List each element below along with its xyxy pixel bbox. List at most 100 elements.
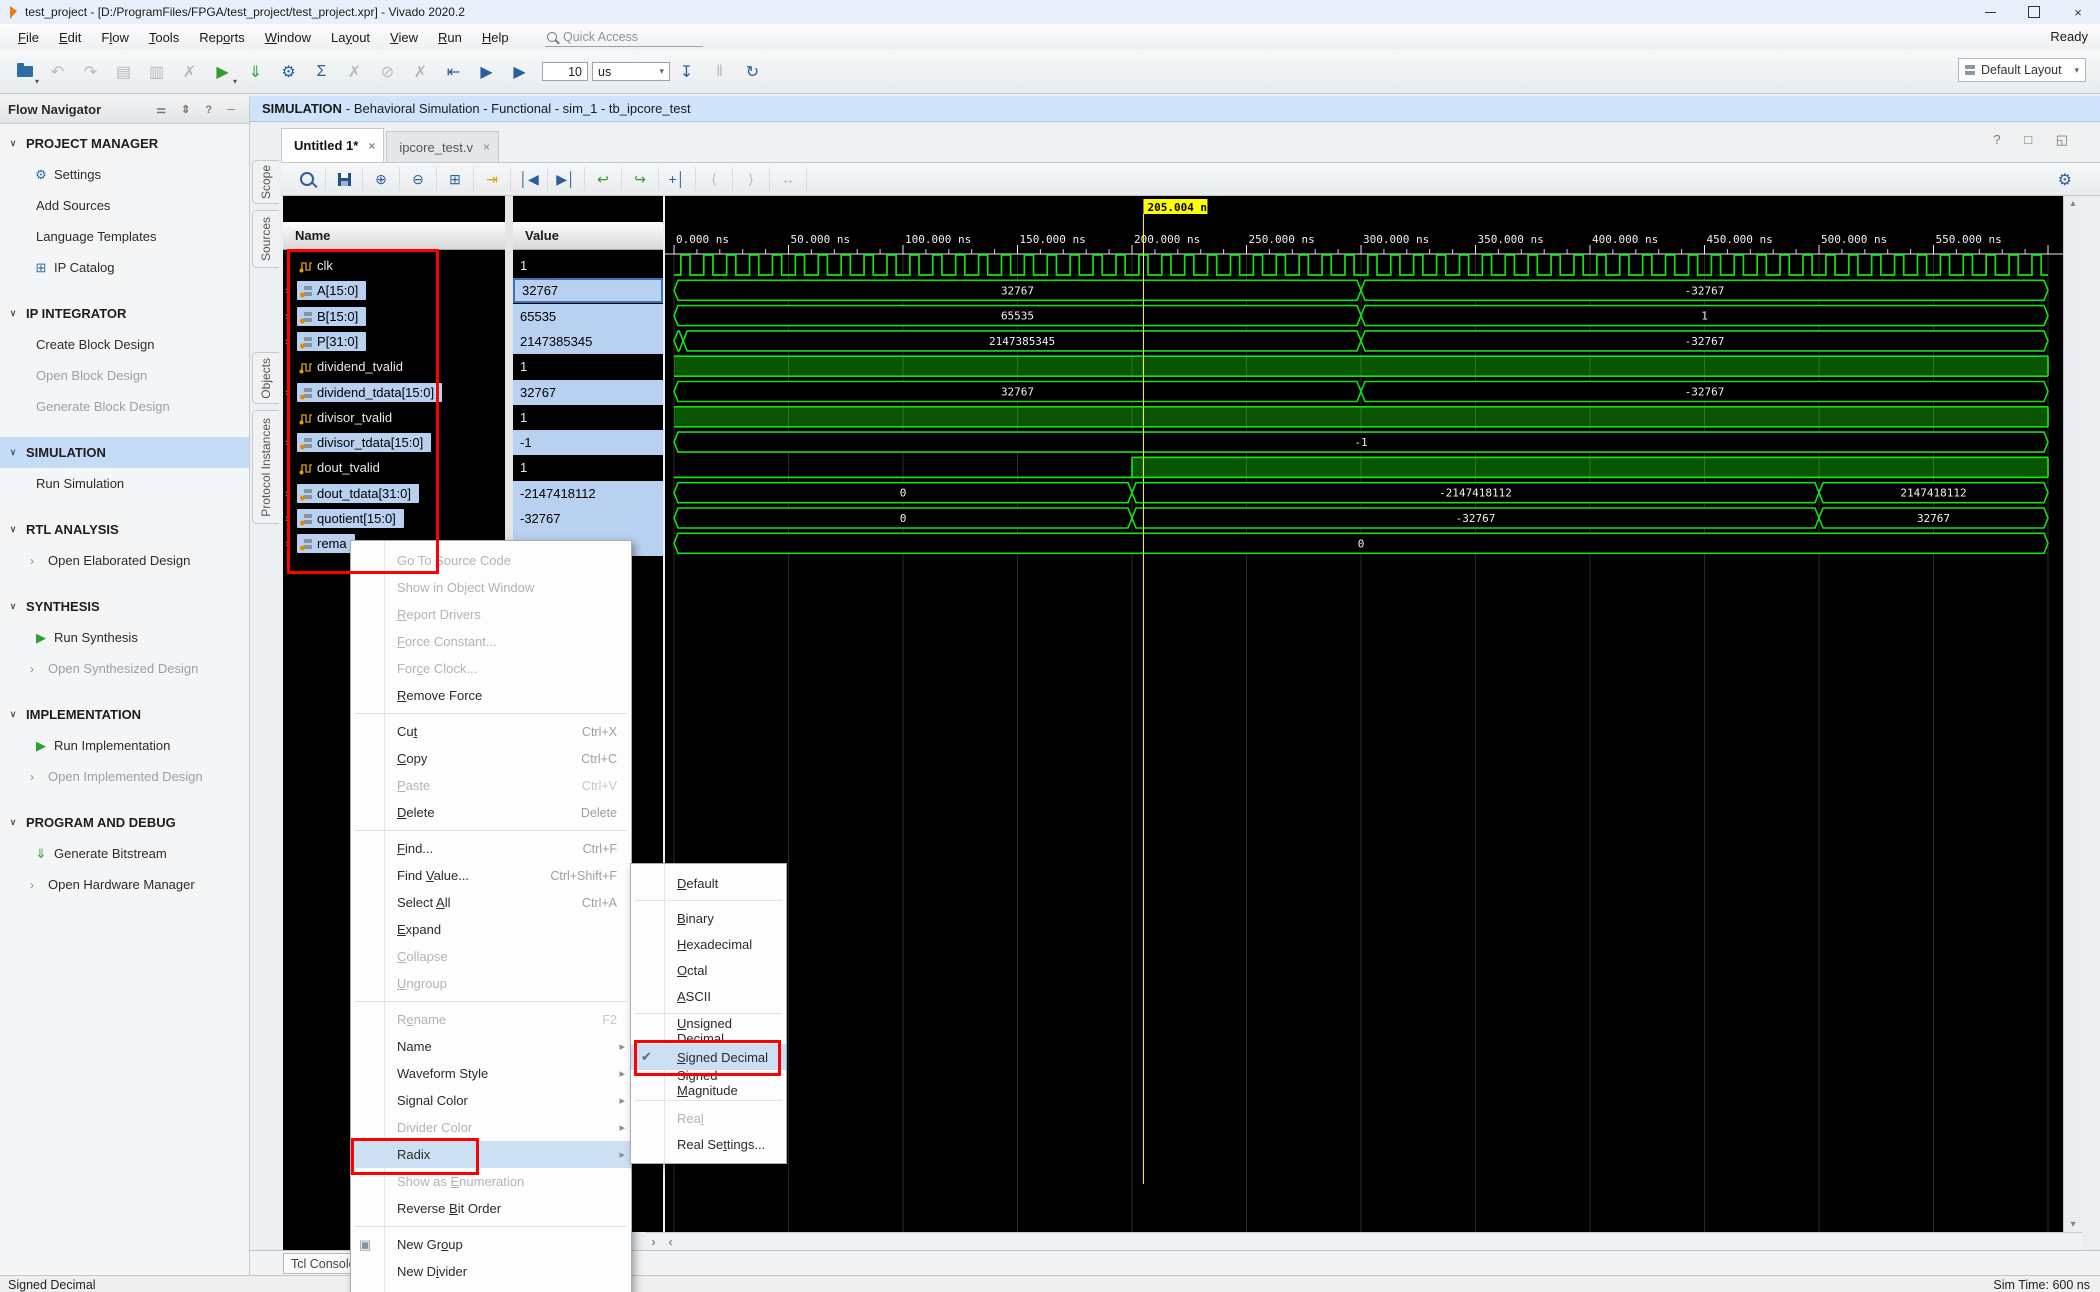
zoom-to-cursor-button[interactable]: ⇥ <box>474 167 511 191</box>
menu-help[interactable]: Help <box>472 30 519 45</box>
break-button[interactable]: ✗ <box>338 57 371 87</box>
vertical-scrollbar[interactable]: ▴ ▾ <box>2063 196 2082 1232</box>
save-waveform-button[interactable] <box>326 167 363 191</box>
time-unit-select[interactable]: us▾ <box>592 62 670 81</box>
side-tab-protocol-instances[interactable]: Protocol Instances <box>252 410 279 524</box>
redo-button[interactable]: ↷ <box>74 57 107 87</box>
nav-header-project-manager[interactable]: ∨PROJECT MANAGER <box>0 128 249 159</box>
expand-chevron-icon[interactable]: › <box>285 437 297 449</box>
nav-item-ip-catalog[interactable]: ⊞IP Catalog <box>0 252 249 283</box>
menu-item-default[interactable]: Default <box>631 870 786 896</box>
time-input[interactable]: 10 <box>542 62 588 81</box>
signal-value-dividend-tdata-15-0-[interactable]: 32767 <box>513 380 663 405</box>
layout-selector[interactable]: Default Layout ▾ <box>1958 58 2086 82</box>
nav-item-create-block-design[interactable]: Create Block Design <box>0 329 249 360</box>
copy-button[interactable]: ▤ <box>107 57 140 87</box>
report-button[interactable]: Σ <box>305 57 338 87</box>
run-for-button[interactable]: ▶ <box>503 57 536 87</box>
redo-zoom-button[interactable]: ↪ <box>622 167 659 191</box>
close-icon[interactable]: × <box>368 139 375 153</box>
expand-chevron-icon[interactable]: › <box>285 336 297 348</box>
menu-item-name[interactable]: Name▸ <box>351 1033 631 1060</box>
zoom-out-button[interactable]: ⊖ <box>400 167 437 191</box>
menu-item-find-[interactable]: Find...Ctrl+F <box>351 835 631 862</box>
restart-button[interactable]: ⇤ <box>437 57 470 87</box>
signal-value-p-31-0-[interactable]: 2147385345 <box>513 329 663 354</box>
menu-flow[interactable]: Flow <box>91 30 138 45</box>
undo-zoom-button[interactable]: ↩ <box>585 167 622 191</box>
menu-tools[interactable]: Tools <box>139 30 189 45</box>
expand-chevron-icon[interactable]: › <box>285 285 297 297</box>
menu-item-cut[interactable]: CutCtrl+X <box>351 718 631 745</box>
tab-untitled-1-[interactable]: Untitled 1*× <box>281 128 384 162</box>
signal-row-divisor-tvalid[interactable]: divisor_tvalid <box>283 405 505 430</box>
nav-item-run-synthesis[interactable]: ▶Run Synthesis <box>0 622 249 653</box>
menu-item-radix[interactable]: Radix▸ <box>351 1141 631 1168</box>
next-marker-button[interactable]: ⟩ <box>733 167 770 191</box>
menu-item-new-virtual-bus[interactable]: ▦New Virtual Bus <box>351 1285 631 1292</box>
undo-button[interactable]: ↶ <box>41 57 74 87</box>
signal-value-clk[interactable]: 1 <box>513 253 663 278</box>
span-markers-button[interactable]: ↔ <box>770 167 807 191</box>
menu-item-hexadecimal[interactable]: Hexadecimal <box>631 931 786 957</box>
tab-tcl-console[interactable]: Tcl Console <box>283 1253 352 1274</box>
menu-item-new-divider[interactable]: New Divider <box>351 1258 631 1285</box>
signal-row-dout-tdata-31-0-[interactable]: ›dout_tdata[31:0] <box>283 481 505 506</box>
nav-header-synthesis[interactable]: ∨SYNTHESIS <box>0 591 249 622</box>
menu-item-find-value-[interactable]: Find Value...Ctrl+Shift+F <box>351 862 631 889</box>
zoom-fit-button[interactable]: ⊞ <box>437 167 474 191</box>
kill-button[interactable]: ✗ <box>404 57 437 87</box>
nav-item-open-block-design[interactable]: Open Block Design <box>0 360 249 391</box>
scroll-down-icon[interactable]: ▾ <box>2064 1219 2082 1230</box>
waveform-canvas[interactable]: 0.000 ns50.000 ns100.000 ns150.000 ns200… <box>665 196 2063 1232</box>
find-button[interactable] <box>289 167 326 191</box>
signal-value-dout-tdata-31-0-[interactable]: -2147418112 <box>513 481 663 506</box>
maximize-button[interactable] <box>2012 0 2056 24</box>
menu-item-real-settings-[interactable]: Real Settings... <box>631 1131 786 1157</box>
menu-item-ascii[interactable]: ASCII <box>631 983 786 1009</box>
step-run-button[interactable]: ↧ <box>670 57 703 87</box>
nav-item-settings[interactable]: ⚙Settings <box>0 159 249 190</box>
waveform-area[interactable]: 0.000 ns50.000 ns100.000 ns150.000 ns200… <box>665 196 2063 1232</box>
expand-chevron-icon[interactable]: › <box>285 387 297 399</box>
splitter-expand-icon[interactable]: › <box>645 1235 662 1249</box>
nav-item-generate-block-design[interactable]: Generate Block Design <box>0 391 249 422</box>
next-transition-button[interactable]: ▶│ <box>548 167 585 191</box>
run-all-button[interactable]: ▶ <box>470 57 503 87</box>
run-button[interactable]: ▶▾ <box>206 57 239 87</box>
menu-view[interactable]: View <box>380 30 428 45</box>
nav-header-program-and-debug[interactable]: ∨PROGRAM AND DEBUG <box>0 807 249 838</box>
signal-row-b-15-0-[interactable]: ›B[15:0] <box>283 304 505 329</box>
panel-corner-icons[interactable]: ? □ ◱ <box>1993 132 2078 148</box>
prev-marker-button[interactable]: ⟨ <box>696 167 733 191</box>
relaunch-button[interactable]: ↻ <box>736 57 769 87</box>
quick-access-search[interactable]: Quick Access <box>545 28 703 47</box>
menu-item-signed-decimal[interactable]: ✔Signed Decimal <box>631 1044 786 1070</box>
signal-row-a-15-0-[interactable]: ›A[15:0] <box>283 278 505 303</box>
signal-value-b-15-0-[interactable]: 65535 <box>513 304 663 329</box>
settings-button[interactable]: ⚙ <box>272 57 305 87</box>
nav-item-language-templates[interactable]: Language Templates <box>0 221 249 252</box>
menu-item-reverse-bit-order[interactable]: Reverse Bit Order <box>351 1195 631 1222</box>
menu-item-signal-color[interactable]: Signal Color▸ <box>351 1087 631 1114</box>
scroll-up-icon[interactable]: ▴ <box>2064 198 2082 209</box>
menu-item-remove-force[interactable]: Remove Force <box>351 682 631 709</box>
expand-chevron-icon[interactable]: › <box>285 488 297 500</box>
flow-navigator-header-icons[interactable]: ⚌ ⇕ ? ─ <box>156 103 241 116</box>
side-tab-sources[interactable]: Sources <box>252 210 279 268</box>
step-button[interactable]: ⇓ <box>239 57 272 87</box>
signal-row-quotient-15-0-[interactable]: ›quotient[15:0] <box>283 506 505 531</box>
close-button[interactable]: × <box>2056 0 2100 24</box>
side-tab-scope[interactable]: Scope <box>252 160 279 204</box>
nav-header-simulation[interactable]: ∨SIMULATION <box>0 437 249 468</box>
signal-value-dout-tvalid[interactable]: 1 <box>513 455 663 480</box>
menu-item-copy[interactable]: CopyCtrl+C <box>351 745 631 772</box>
menu-item-waveform-style[interactable]: Waveform Style▸ <box>351 1060 631 1087</box>
paste-button[interactable]: ▥ <box>140 57 173 87</box>
signal-row-dividend-tdata-15-0-[interactable]: ›dividend_tdata[15:0] <box>283 380 505 405</box>
splitter-collapse-icon[interactable]: ‹ <box>662 1235 679 1249</box>
menu-item-octal[interactable]: Octal <box>631 957 786 983</box>
nav-item-generate-bitstream[interactable]: ⇓Generate Bitstream <box>0 838 249 869</box>
menu-reports[interactable]: Reports <box>189 30 255 45</box>
signal-value-dividend-tvalid[interactable]: 1 <box>513 354 663 379</box>
